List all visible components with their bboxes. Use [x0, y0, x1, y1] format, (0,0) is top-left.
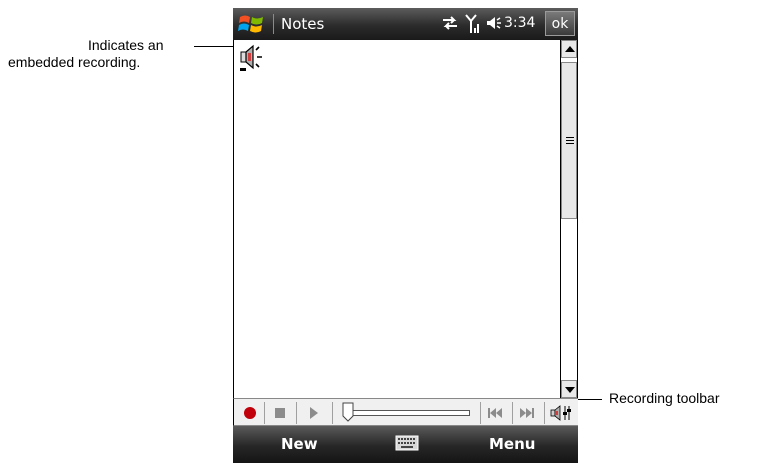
- arrow-up-icon: [565, 46, 575, 52]
- menu-softkey[interactable]: Menu: [489, 435, 535, 453]
- connectivity-icon[interactable]: [441, 14, 459, 32]
- callout-embedded-recording-line2: embedded recording.: [8, 54, 141, 70]
- keyboard-icon[interactable]: [395, 434, 419, 452]
- scroll-down-button[interactable]: [561, 380, 577, 398]
- toolbar-divider: [296, 402, 297, 424]
- stop-button[interactable]: [270, 403, 290, 423]
- signal-icon[interactable]: [465, 14, 481, 34]
- scroll-up-button[interactable]: [561, 40, 577, 58]
- arrow-down-icon: [565, 387, 575, 393]
- callout-recording-toolbar: Recording toolbar: [609, 390, 720, 406]
- windows-flag-icon[interactable]: [237, 12, 267, 36]
- position-slider[interactable]: [344, 410, 470, 416]
- volume-icon[interactable]: [486, 14, 503, 32]
- volume-control-icon[interactable]: [550, 403, 574, 423]
- play-button[interactable]: [304, 403, 324, 423]
- ok-button[interactable]: ok: [545, 11, 575, 36]
- rewind-icon[interactable]: [486, 403, 506, 423]
- callout-embedded-recording-line1: Indicates an: [88, 37, 164, 53]
- recording-toolbar: [233, 398, 578, 426]
- play-icon: [310, 407, 318, 419]
- title-bar: Notes 3:34 ok: [233, 8, 578, 40]
- title-separator: [273, 14, 274, 34]
- toolbar-divider: [544, 402, 545, 424]
- softkey-bar: New Menu: [233, 426, 578, 463]
- record-button[interactable]: [240, 403, 260, 423]
- position-slider-thumb[interactable]: [342, 402, 354, 422]
- vertical-scrollbar[interactable]: [560, 40, 578, 398]
- callout-toolbar-leader: [574, 399, 602, 400]
- fast-forward-icon[interactable]: [516, 403, 536, 423]
- scroll-thumb[interactable]: [561, 62, 577, 219]
- pocket-pc-screen: Notes 3:34 ok New Menu: [233, 8, 578, 463]
- clock: 3:34: [504, 15, 536, 31]
- toolbar-divider: [264, 402, 265, 424]
- toolbar-divider: [480, 402, 481, 424]
- record-icon: [244, 407, 256, 419]
- speaker-recording-icon[interactable]: [240, 44, 266, 72]
- note-document-area[interactable]: [233, 40, 560, 398]
- stop-icon: [275, 408, 285, 418]
- new-softkey[interactable]: New: [281, 435, 318, 453]
- toolbar-divider: [332, 402, 333, 424]
- toolbar-divider: [512, 402, 513, 424]
- grip-icon: [566, 137, 574, 146]
- app-title: Notes: [281, 15, 325, 33]
